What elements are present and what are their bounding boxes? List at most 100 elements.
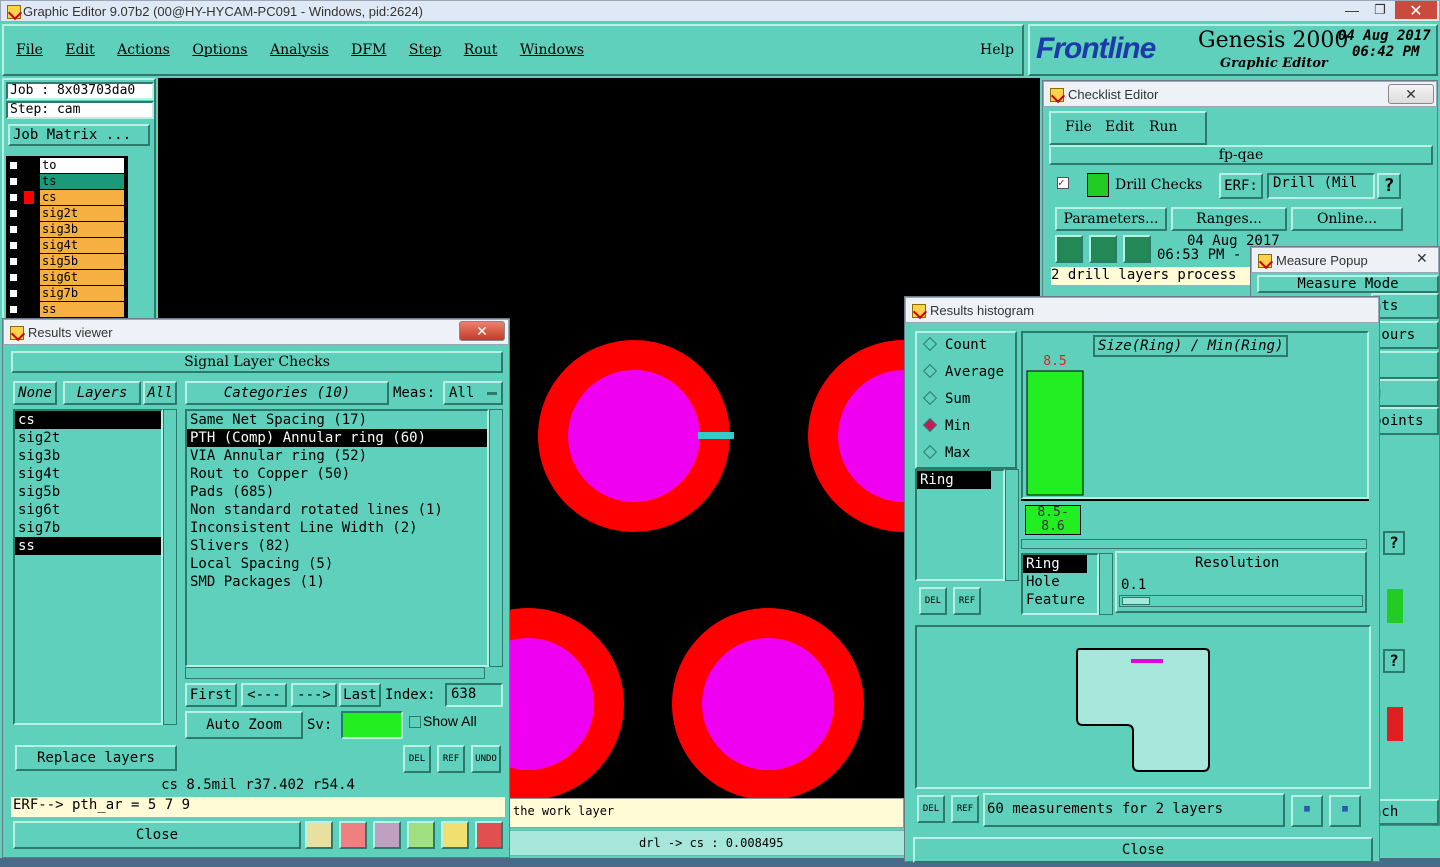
resolution-slider[interactable] <box>1119 595 1363 607</box>
layer-result-item[interactable]: ss <box>15 537 161 555</box>
stop-icon[interactable] <box>1123 235 1151 263</box>
layer-row-sig6t[interactable]: sig6t <box>8 270 124 286</box>
measure-item-4[interactable]: g <box>1371 379 1439 407</box>
radio-icon[interactable] <box>922 417 938 433</box>
category-item[interactable]: Slivers (82) <box>187 537 487 555</box>
menu-rout[interactable]: Rout <box>464 42 498 58</box>
radio-icon[interactable] <box>922 363 938 379</box>
category-item[interactable]: Inconsistent Line Width (2) <box>187 519 487 537</box>
mode-option-min[interactable]: Min <box>922 417 970 434</box>
check-selected-icon[interactable]: ✓ <box>1057 177 1069 189</box>
ref-icon[interactable]: REF <box>951 795 979 823</box>
close-icon[interactable]: ✕ <box>459 321 505 341</box>
measure-side-help-2[interactable]: ? <box>1383 649 1405 673</box>
layer-row-sig7b[interactable]: sig7b <box>8 286 124 302</box>
layer-checkbox[interactable] <box>8 160 19 171</box>
del-icon[interactable]: DEL <box>917 795 945 823</box>
layer-result-item[interactable]: sig2t <box>15 429 161 447</box>
zoom-to-icon[interactable]: ▩ <box>1291 795 1323 827</box>
attribute-list[interactable]: Ring <box>915 469 1005 581</box>
layer-result-item[interactable]: sig5b <box>15 483 161 501</box>
layer-checkbox[interactable] <box>8 288 19 299</box>
measure-item-1[interactable]: nts <box>1371 293 1439 319</box>
layer-row-ts[interactable]: ts <box>8 174 124 190</box>
erf-value[interactable]: Drill (Mil <box>1267 173 1375 199</box>
attribute-scrollbar[interactable] <box>1005 469 1019 581</box>
measure-item-3[interactable]: s <box>1371 351 1439 379</box>
layer-list-scrollbar[interactable] <box>163 409 177 725</box>
prev-button[interactable]: <--- <box>241 683 287 707</box>
close-button[interactable]: Close <box>13 821 301 849</box>
category-item[interactable]: Rout to Copper (50) <box>187 465 487 483</box>
layer-checkbox[interactable] <box>8 304 19 315</box>
next-button[interactable]: ---> <box>291 683 337 707</box>
layer-checkbox[interactable] <box>8 224 19 235</box>
layer-checkbox[interactable] <box>8 256 19 267</box>
layer-row-ss[interactable]: ss <box>8 302 124 318</box>
layer-checkbox[interactable] <box>8 208 19 219</box>
close-icon[interactable]: ✕ <box>1416 250 1428 267</box>
menu-dfm[interactable]: DFM <box>351 42 386 58</box>
replace-layers-dropdown[interactable]: Replace layers <box>15 745 177 771</box>
layer-result-item[interactable]: sig7b <box>15 519 161 537</box>
layer-result-list[interactable]: cs sig2t sig3b sig4t sig5b sig6t sig7b ss <box>13 409 163 725</box>
tool-icon-2[interactable] <box>339 821 367 849</box>
category-item[interactable]: Pads (685) <box>187 483 487 501</box>
measure-item-5[interactable]: points <box>1371 407 1439 435</box>
menu-windows[interactable]: Windows <box>520 42 584 58</box>
maximize-icon[interactable]: ❐ <box>1367 2 1393 20</box>
mode-option-count[interactable]: Count <box>922 336 987 353</box>
categories-button[interactable]: Categories (10) <box>185 381 389 405</box>
tool-icon-3[interactable] <box>373 821 401 849</box>
measure-side-help-1[interactable]: ? <box>1383 531 1405 555</box>
layer-checkbox[interactable] <box>8 192 19 203</box>
last-button[interactable]: Last <box>339 683 381 707</box>
checklist-menu-file[interactable]: File <box>1065 119 1092 135</box>
category-item[interactable]: PTH (Comp) Annular ring (60) <box>187 429 487 447</box>
field-item[interactable]: Hole <box>1023 573 1097 591</box>
measure-item-2[interactable]: tours <box>1371 321 1439 349</box>
attribute-item[interactable]: Ring <box>917 471 991 489</box>
tool-icon-5[interactable] <box>441 821 469 849</box>
del-icon[interactable]: DEL <box>403 745 431 773</box>
measure-bottom-button[interactable]: nch <box>1371 799 1439 825</box>
ref-icon[interactable]: REF <box>953 587 981 615</box>
field-scrollbar[interactable] <box>1099 553 1113 615</box>
menu-help[interactable]: Help <box>980 42 1014 58</box>
menu-options[interactable]: Options <box>192 42 247 58</box>
tool-icon-1[interactable] <box>305 821 333 849</box>
first-button[interactable]: First <box>185 683 237 707</box>
category-item[interactable]: Same Net Spacing (17) <box>187 411 487 429</box>
slider-handle[interactable] <box>1122 597 1150 605</box>
run-icon[interactable] <box>1055 235 1083 263</box>
tool-icon-4[interactable] <box>407 821 435 849</box>
layer-checkbox[interactable] <box>8 240 19 251</box>
all-button[interactable]: All <box>143 381 177 405</box>
category-scrollbar[interactable] <box>489 409 503 667</box>
menu-step[interactable]: Step <box>409 42 441 58</box>
layer-result-item[interactable]: sig6t <box>15 501 161 519</box>
layer-result-item[interactable]: sig4t <box>15 465 161 483</box>
minimize-icon[interactable]: — <box>1339 2 1365 20</box>
job-matrix-button[interactable]: Job Matrix ... <box>8 124 150 146</box>
radio-icon[interactable] <box>922 444 938 460</box>
field-list[interactable]: Ring Hole Feature <box>1021 553 1099 615</box>
category-item[interactable]: Non standard rotated lines (1) <box>187 501 487 519</box>
online-button[interactable]: Online... <box>1291 207 1403 231</box>
category-list[interactable]: Same Net Spacing (17) PTH (Comp) Annular … <box>185 409 489 667</box>
layer-result-item[interactable]: sig3b <box>15 447 161 465</box>
parameters-button[interactable]: Parameters... <box>1055 207 1167 231</box>
layer-row-sig3b[interactable]: sig3b <box>8 222 124 238</box>
menu-actions[interactable]: Actions <box>117 42 170 58</box>
layer-row-cs[interactable]: cs <box>8 190 124 206</box>
category-item[interactable]: Local Spacing (5) <box>187 555 487 573</box>
ranges-button[interactable]: Ranges... <box>1171 207 1287 231</box>
meas-dropdown[interactable]: All <box>443 381 503 405</box>
ref-icon[interactable]: REF <box>437 745 465 773</box>
category-item[interactable]: SMD Packages (1) <box>187 573 487 591</box>
histogram-bar[interactable] <box>1026 370 1084 496</box>
range-hscrollbar[interactable] <box>1021 539 1367 549</box>
field-item[interactable]: Feature <box>1023 591 1097 609</box>
pan-to-icon[interactable]: ▩ <box>1329 795 1361 827</box>
menu-analysis[interactable]: Analysis <box>270 42 329 58</box>
